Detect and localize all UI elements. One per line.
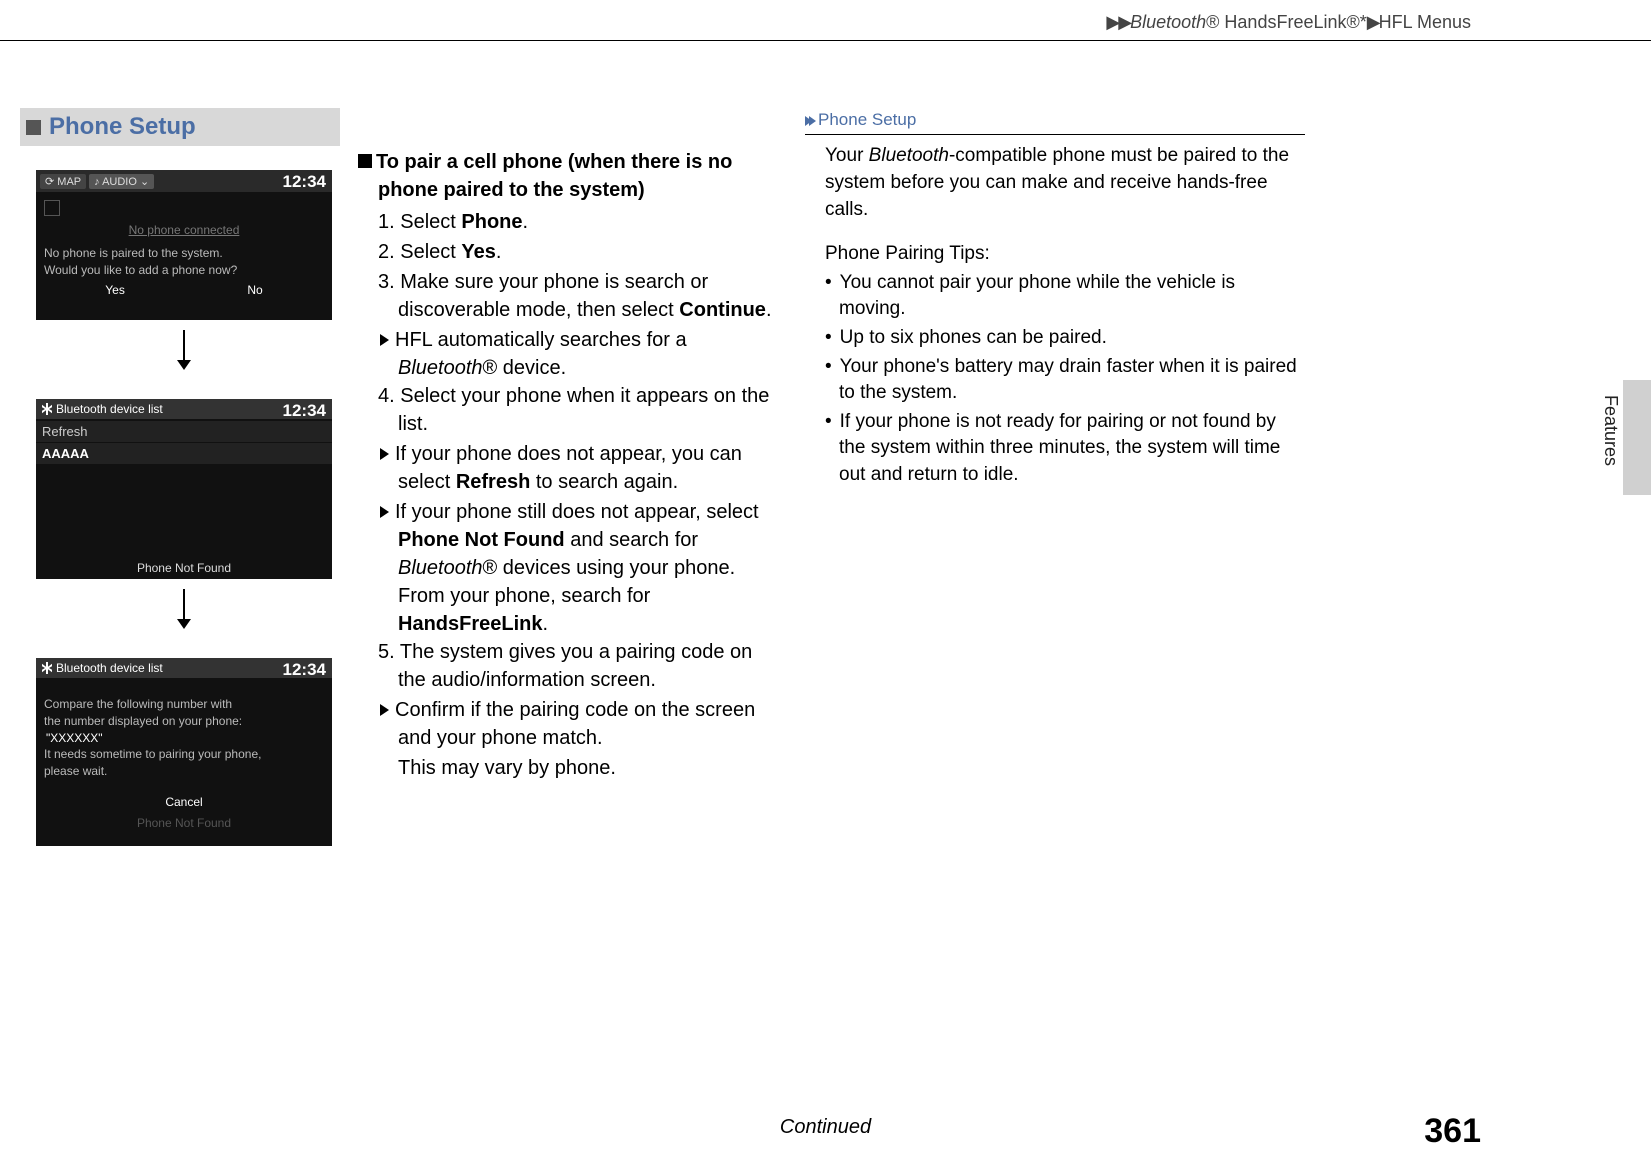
sidebar-heading: Phone Setup — [805, 108, 1305, 135]
section-title: Phone Setup — [49, 113, 196, 141]
dialog-text: It needs sometime to pairing your phone, — [44, 746, 324, 763]
chevron-right-icon: ▶ — [1367, 12, 1379, 32]
step-5-note-1: Confirm if the pairing code on the scree… — [358, 696, 778, 752]
screen-title: Bluetooth device list — [56, 661, 163, 675]
tip-item: You cannot pair your phone while the veh… — [825, 270, 1305, 323]
dialog-text: Compare the following number with — [44, 696, 324, 713]
status-text: No phone connected — [44, 220, 324, 245]
screenshot-device-list: Bluetooth device list 12:34 Refresh AAAA… — [36, 399, 332, 579]
page-number: 361 — [1424, 1112, 1481, 1151]
step-4-note-2: If your phone still does not appear, sel… — [358, 498, 778, 638]
no-button: No — [247, 282, 262, 299]
yes-button: Yes — [105, 282, 125, 299]
phone-not-found-disabled: Phone Not Found — [44, 813, 324, 834]
step-3-note: HFL automatically searches for a Bluetoo… — [358, 326, 778, 382]
tip-item: If your phone is not ready for pairing o… — [825, 409, 1305, 489]
side-tab-label: Features — [1600, 395, 1621, 466]
step-2: 2. Select Yes. — [378, 238, 778, 266]
clock: 12:34 — [283, 172, 326, 192]
screen-title: Bluetooth device list — [56, 402, 163, 416]
tip-item: Up to six phones can be paired. — [825, 325, 1305, 352]
dialog-text: the number displayed on your phone: — [44, 713, 324, 730]
triangle-bullet-icon — [380, 334, 389, 346]
pairing-code: "XXXXXX" — [44, 730, 324, 747]
step-3: 3. Make sure your phone is search or dis… — [378, 268, 778, 324]
step-4: 4. Select your phone when it appears on … — [378, 382, 778, 438]
screenshot-no-phone: ⟳ MAP ♪ AUDIO ⌄ 12:34 No phone connected… — [36, 170, 332, 320]
step-5: 5. The system gives you a pairing code o… — [378, 638, 778, 694]
triangle-bullet-icon — [380, 506, 389, 518]
continued-label: Continued — [780, 1116, 871, 1139]
step-1: 1. Select Phone. — [378, 208, 778, 236]
breadcrumb: ▶▶Bluetooth® HandsFreeLink®*▶HFL Menus — [1106, 12, 1471, 33]
dialog-text: No phone is paired to the system. — [44, 245, 324, 262]
cancel-button: Cancel — [44, 780, 324, 813]
section-title-bar: Phone Setup — [20, 108, 340, 146]
step-5-note-2: This may vary by phone. — [358, 754, 778, 782]
screenshot-pairing-code: Bluetooth device list 12:34 Compare the … — [36, 658, 332, 846]
bluetooth-icon — [42, 403, 52, 415]
sidebar-paragraph: Your Bluetooth-compatible phone must be … — [805, 143, 1305, 223]
dialog-text: please wait. — [44, 763, 324, 780]
triangle-bullet-icon — [380, 704, 389, 716]
checkbox-icon — [44, 200, 60, 216]
tip-item: Your phone's battery may drain faster wh… — [825, 354, 1305, 407]
phone-not-found-button: Phone Not Found — [36, 555, 332, 577]
arrow-down-icon — [36, 587, 332, 634]
audio-tab: ♪ AUDIO ⌄ — [89, 174, 154, 189]
side-tab — [1623, 380, 1651, 495]
step-4-note-1: If your phone does not appear, you can s… — [358, 440, 778, 496]
arrow-down-icon — [36, 328, 332, 375]
clock: 12:34 — [283, 660, 326, 680]
square-bullet-icon — [358, 154, 372, 168]
dialog-text: Would you like to add a phone now? — [44, 262, 324, 279]
triangle-bullet-icon — [380, 448, 389, 460]
chevron-right-icon: ▶▶ — [1106, 12, 1130, 32]
double-chevron-icon — [805, 109, 816, 133]
bluetooth-icon — [42, 662, 52, 674]
list-item: AAAAA — [36, 443, 332, 464]
map-tab: ⟳ MAP — [40, 174, 86, 189]
square-bullet-icon — [26, 120, 41, 135]
tips-title: Phone Pairing Tips: — [805, 241, 1305, 268]
clock: 12:34 — [283, 401, 326, 421]
list-item: Refresh — [36, 421, 332, 442]
instructions-heading: To pair a cell phone (when there is no p… — [358, 148, 778, 204]
